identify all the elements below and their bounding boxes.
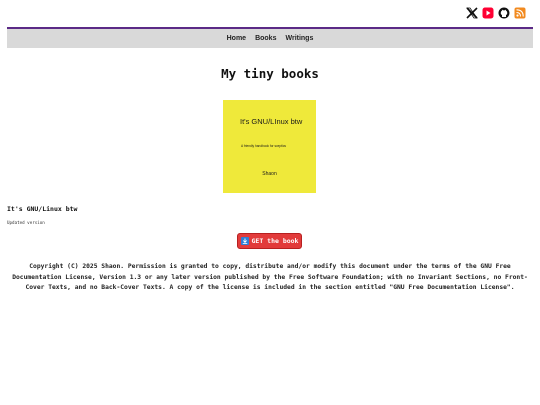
book-description: Updated version [7,220,45,225]
license-text: Copyright (C) 2025 Shaon. Permission is … [12,263,528,291]
nav-books[interactable]: Books [255,35,276,42]
youtube-icon[interactable] [482,7,494,19]
x-twitter-icon[interactable] [466,7,478,19]
book-cover-image[interactable]: It's GNU/LInux btw A friendly handbook f… [223,100,316,193]
nav-home[interactable]: Home [227,35,246,42]
download-icon [240,237,249,245]
cover-author: Shaon [262,171,277,177]
nav-writings[interactable]: Writings [285,35,313,42]
get-book-label: GET the book [251,237,299,245]
rss-icon[interactable] [514,7,526,19]
book-name: It's GNU/Linux btw [7,205,78,213]
github-icon[interactable] [498,7,510,19]
social-links [466,7,526,19]
main-nav: Home Books Writings [7,29,533,48]
cover-title: It's GNU/LInux btw [240,117,303,126]
top-bar [0,0,540,27]
page-title: My tiny books [221,66,319,81]
get-book-button[interactable]: GET the book [237,233,302,249]
cover-subtitle: A friendly handbook for sceptics [241,144,287,148]
